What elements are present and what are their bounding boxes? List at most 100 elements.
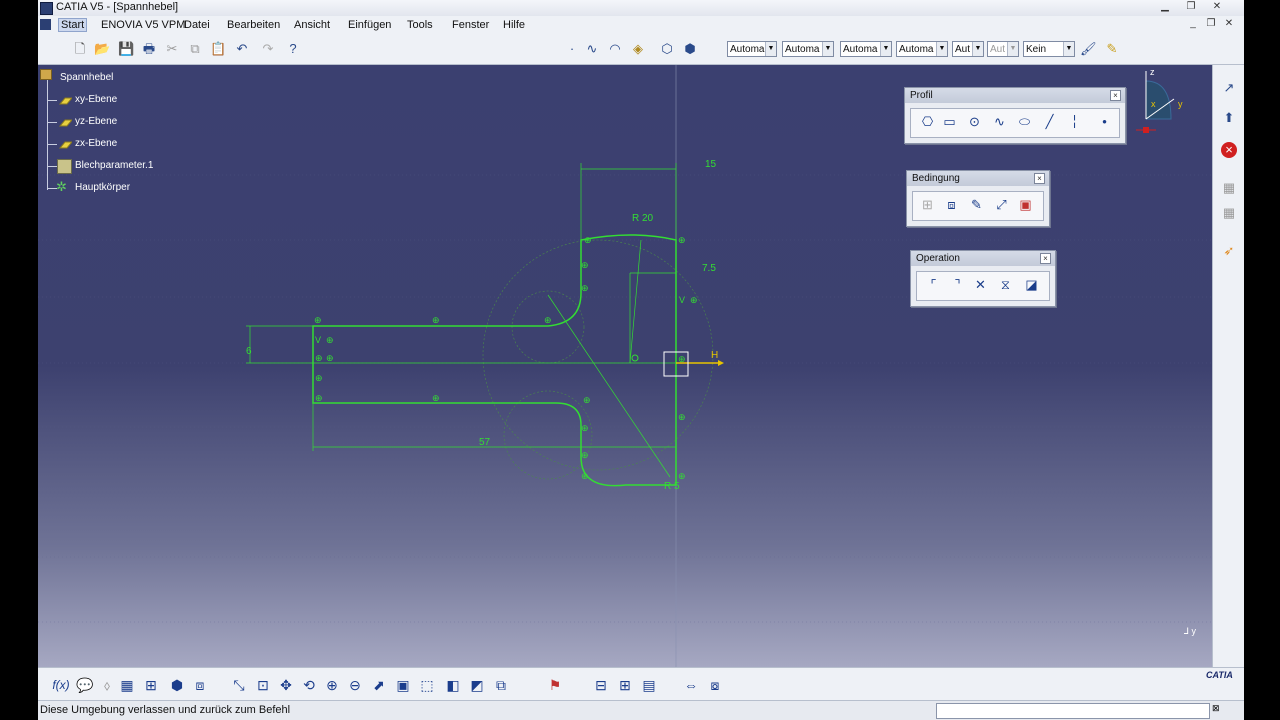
sketch-viewport[interactable]: ⊕ ⊕ ⊕ ⊕ ⊕ ⊕ ⊕ ⊕ ⊕ ⊕ ⊕ ⊕ ⊕ ⊕ ⊕ ⊕ ⊕ ⊕ ⊕ ⊕ ⊕ 15 R 20 7.5 6…	[38, 65, 1212, 667]
spline-icon[interactable]: ∿	[584, 41, 600, 57]
shading-icon[interactable]: ◧	[444, 676, 462, 694]
profil-toolbar-panel[interactable]: Profil × ⎔ ▭ ⊙ ∿ ⬭ ╱ ╎ •	[904, 87, 1126, 144]
point-icon[interactable]: ·	[564, 41, 580, 57]
analysis-icon[interactable]: ▦	[1221, 205, 1237, 221]
hide-show-icon[interactable]: ◩	[468, 676, 486, 694]
doc-close-icon[interactable]: ✕	[1222, 18, 1236, 30]
catalog-icon[interactable]: ⬢	[168, 676, 186, 694]
geometric-constraints-icon[interactable]: ⧇	[706, 676, 724, 694]
project-3d-icon[interactable]: ◪	[1023, 276, 1040, 293]
formula-icon[interactable]: f(x)	[52, 676, 70, 694]
construction-icon[interactable]: ⬡	[659, 41, 675, 57]
geometric-constraints-icon[interactable]: ⬢	[682, 41, 698, 57]
tree-item-yz-ebene[interactable]: yz-Ebene	[75, 116, 117, 127]
exit-workbench-icon[interactable]: ↗	[1221, 80, 1237, 96]
diagnostic-icon[interactable]: ▤	[640, 676, 658, 694]
pan-icon[interactable]: ✥	[277, 676, 295, 694]
power-input-clear-icon[interactable]: ⊠	[1212, 703, 1224, 717]
undo-icon[interactable]: ↶	[234, 41, 250, 57]
table-icon[interactable]: ▦	[118, 676, 136, 694]
menu-hilfe[interactable]: Hilfe	[503, 19, 525, 31]
corner-icon[interactable]: ⌜	[925, 276, 942, 293]
whats-this-icon[interactable]: ?	[285, 41, 301, 57]
open-icon[interactable]: 📂	[94, 41, 110, 57]
sketch-canvas[interactable]: ⊕ ⊕ ⊕ ⊕ ⊕⊕⊕ ⊕ ⊕⊕⊕ ⊕ ⊕⊕⊕ ⊕⊕⊕⊕ ⊕⊕	[38, 65, 1212, 667]
menu-fenster[interactable]: Fenster	[452, 19, 489, 31]
rectangle-icon[interactable]: ▭	[941, 113, 958, 130]
sheet-metal-parameters-icon[interactable]	[57, 159, 72, 174]
fix-together-icon[interactable]: ⤢	[993, 196, 1010, 213]
spline-icon[interactable]: ∿	[991, 113, 1008, 130]
circle-icon[interactable]: ⊙	[966, 113, 983, 130]
grid-snap-icon[interactable]: ◈	[630, 41, 646, 57]
dim-top-width[interactable]: 15	[705, 159, 716, 170]
redo-icon[interactable]: ↷	[260, 41, 276, 57]
line-type-dropdown[interactable]: Automa ▼	[727, 41, 777, 57]
comment-icon[interactable]: 💬	[76, 676, 94, 694]
multi-view-icon[interactable]: ▣	[394, 676, 412, 694]
tree-root-spannhebel[interactable]: Spannhebel	[60, 72, 113, 83]
select-icon[interactable]: ➶	[1221, 243, 1237, 259]
menu-einfuegen[interactable]: Einfügen	[348, 19, 391, 31]
linetype-disabled-dropdown[interactable]: Aut ▼	[987, 41, 1019, 57]
layer-dropdown[interactable]: Automa ▼	[896, 41, 948, 57]
visualization-icon[interactable]: ⊞	[616, 676, 634, 694]
plane-icon[interactable]	[58, 118, 72, 130]
cut-part-icon[interactable]: ⊟	[592, 676, 610, 694]
point-icon[interactable]: •	[1096, 113, 1113, 130]
disabled-tool-icon[interactable]: ⬨	[98, 676, 116, 694]
sketch-analysis-icon[interactable]: ⚑	[546, 676, 564, 694]
contact-constraint-icon[interactable]: ✎	[968, 196, 985, 213]
save-icon[interactable]: 💾	[118, 41, 134, 57]
constraint-icon[interactable]: ⧈	[943, 196, 960, 213]
plane-icon[interactable]	[58, 96, 72, 108]
document-icon[interactable]	[40, 19, 51, 30]
menu-enovia[interactable]: ENOVIA V5 VPM	[101, 19, 185, 31]
operation-toolbar-panel[interactable]: Operation × ⌜ ⌝ ✕ ⧖ ◪	[910, 250, 1056, 307]
new-icon[interactable]: 🗋	[72, 41, 88, 57]
line-icon[interactable]: ╱	[1041, 113, 1058, 130]
arc-icon[interactable]: ◠	[607, 41, 623, 57]
dimensions-icon[interactable]: ⇔	[682, 676, 700, 694]
knowledge-icon[interactable]: ⧈	[191, 676, 209, 694]
axis-icon[interactable]: ╎	[1066, 113, 1083, 130]
cut-icon[interactable]: ✂	[164, 41, 180, 57]
tree-item-blechparameter[interactable]: Blechparameter.1	[75, 160, 153, 171]
zoom-area-icon[interactable]: ⊡	[254, 676, 272, 694]
print-icon[interactable]: 🖶	[141, 41, 157, 57]
dim-radius-bottom[interactable]: R 5	[664, 481, 680, 492]
chamfer-icon[interactable]: ⌝	[949, 276, 966, 293]
compass[interactable]: z y x	[1136, 67, 1186, 133]
mirror-icon[interactable]: ⧖	[997, 276, 1014, 293]
close-icon[interactable]: ×	[1034, 173, 1045, 184]
stop-icon[interactable]: ×	[1221, 142, 1237, 158]
tree-item-hauptkoerper[interactable]: Hauptkörper	[75, 182, 130, 193]
zoom-in-icon[interactable]: ⊕	[323, 676, 341, 694]
ellipse-icon[interactable]: ⬭	[1016, 113, 1033, 130]
graphic-properties-icon[interactable]: ✎	[1104, 41, 1120, 57]
profile-icon[interactable]: ⎔	[919, 113, 936, 130]
zoom-out-icon[interactable]: ⊖	[346, 676, 364, 694]
part-icon[interactable]	[40, 69, 52, 80]
rotate-icon[interactable]: ⟲	[300, 676, 318, 694]
filter-dropdown[interactable]: Kein ▼	[1023, 41, 1075, 57]
menu-datei[interactable]: Datei	[184, 19, 210, 31]
close-icon[interactable]: ✕	[1210, 1, 1224, 13]
tree-structure-icon[interactable]: ⊞	[142, 676, 160, 694]
format-painter-icon[interactable]: 🖌	[1080, 41, 1097, 57]
dim-height[interactable]: 6	[246, 346, 252, 357]
constraint-dialog-icon[interactable]: ⊞	[919, 196, 936, 213]
iso-view-icon[interactable]: ⬚	[418, 676, 436, 694]
tree-item-zx-ebene[interactable]: zx-Ebene	[75, 138, 117, 149]
copy-icon[interactable]: ⧉	[187, 41, 203, 57]
doc-minimize-icon[interactable]: _	[1186, 18, 1200, 30]
tree-item-xy-ebene[interactable]: xy-Ebene	[75, 94, 117, 105]
auto-constraint-icon[interactable]: ▣	[1017, 196, 1034, 213]
color-dropdown[interactable]: Automa ▼	[840, 41, 892, 57]
menu-ansicht[interactable]: Ansicht	[294, 19, 330, 31]
menu-tools[interactable]: Tools	[407, 19, 433, 31]
point-type-dropdown[interactable]: Aut ▼	[952, 41, 984, 57]
swap-visible-icon[interactable]: ⧉	[492, 676, 510, 694]
dim-length[interactable]: 57	[479, 437, 490, 448]
power-input-field[interactable]	[936, 703, 1210, 719]
